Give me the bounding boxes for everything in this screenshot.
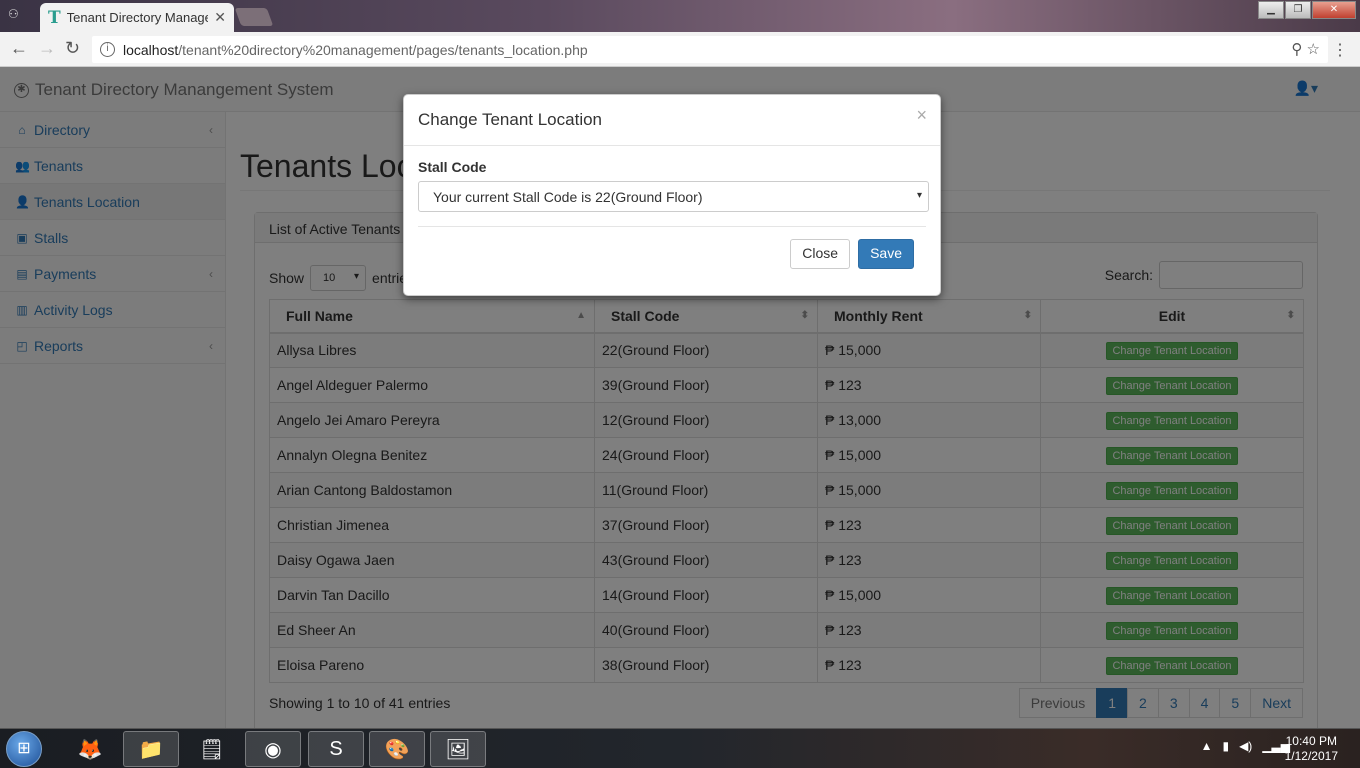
- system-tray: ▲ ▮ ◀) ▁▃▅: [1201, 739, 1290, 753]
- browser-profile-icon[interactable]: ⚇: [8, 7, 26, 25]
- window-close-button[interactable]: ✕: [1312, 1, 1356, 19]
- address-bar[interactable]: i localhost/tenant%20directory%20managem…: [92, 36, 1328, 63]
- stall-code-select[interactable]: Your current Stall Code is 22(Ground Flo…: [418, 181, 929, 212]
- sublime-text-icon[interactable]: S: [308, 731, 364, 767]
- browser-tab[interactable]: T Tenant Directory Manage ✕: [40, 3, 234, 32]
- minimize-button[interactable]: ▁: [1258, 1, 1284, 19]
- tab-close-icon[interactable]: ✕: [214, 9, 226, 26]
- favicon-icon: T: [48, 7, 61, 28]
- forward-icon[interactable]: →: [38, 38, 56, 59]
- paint-icon[interactable]: 🎨: [369, 731, 425, 767]
- windows-taskbar: ⊞ 🦊 📁 🗒 ◉ S 🎨 🖼 ▲ ▮ ◀) ▁▃▅ 10:40 PM 1/12…: [0, 728, 1360, 768]
- network-icon[interactable]: ▮: [1222, 739, 1229, 753]
- clock-date: 1/12/2017: [1284, 749, 1338, 763]
- caret-down-icon: ▾: [916, 190, 922, 201]
- divider: [418, 226, 926, 227]
- clock[interactable]: 10:40 PM 1/12/2017: [1285, 734, 1338, 764]
- reload-icon[interactable]: ↻: [65, 38, 80, 59]
- change-location-modal: Change Tenant Location × Stall Code Your…: [403, 94, 941, 296]
- address-toolbar: ← → ↻ i localhost/tenant%20directory%20m…: [0, 32, 1360, 67]
- volume-icon[interactable]: ◀): [1239, 739, 1252, 753]
- sticky-notes-icon[interactable]: 🗒: [184, 731, 240, 767]
- browser-menu-icon[interactable]: ⋮: [1332, 40, 1348, 60]
- modal-body: Stall Code Your current Stall Code is 22…: [404, 146, 940, 227]
- zoom-and-star-icons[interactable]: ⚲ ☆: [1291, 40, 1320, 58]
- stall-code-label: Stall Code: [418, 159, 487, 175]
- chrome-icon[interactable]: ◉: [245, 731, 301, 767]
- modal-footer: Close Save: [782, 239, 914, 269]
- window-controls: ▁ ❐ ✕: [1257, 1, 1356, 19]
- stall-code-select-value: Your current Stall Code is 22(Ground Flo…: [433, 189, 703, 205]
- file-explorer-icon[interactable]: 📁: [123, 731, 179, 767]
- modal-title: Change Tenant Location: [418, 110, 603, 129]
- close-icon[interactable]: ×: [916, 105, 927, 126]
- info-icon[interactable]: i: [100, 42, 115, 57]
- firefox-icon[interactable]: 🦊: [62, 731, 118, 767]
- tab-title: Tenant Directory Manage: [66, 10, 209, 25]
- url-host: localhost: [123, 41, 179, 58]
- back-icon[interactable]: ←: [10, 38, 28, 59]
- show-hidden-icon[interactable]: ▲: [1201, 739, 1213, 753]
- start-button[interactable]: ⊞: [6, 731, 42, 767]
- maximize-button[interactable]: ❐: [1285, 1, 1311, 19]
- save-button[interactable]: Save: [858, 239, 914, 269]
- browser-titlebar: ⚇ T Tenant Directory Manage ✕ ▁ ❐ ✕: [0, 0, 1360, 32]
- clock-time: 10:40 PM: [1285, 734, 1337, 748]
- new-tab-button[interactable]: [234, 8, 274, 26]
- close-button[interactable]: Close: [790, 239, 851, 269]
- photo-viewer-icon[interactable]: 🖼: [430, 731, 486, 767]
- modal-header: Change Tenant Location ×: [404, 95, 940, 146]
- url-path: /tenant%20directory%20management/pages/t…: [178, 41, 588, 58]
